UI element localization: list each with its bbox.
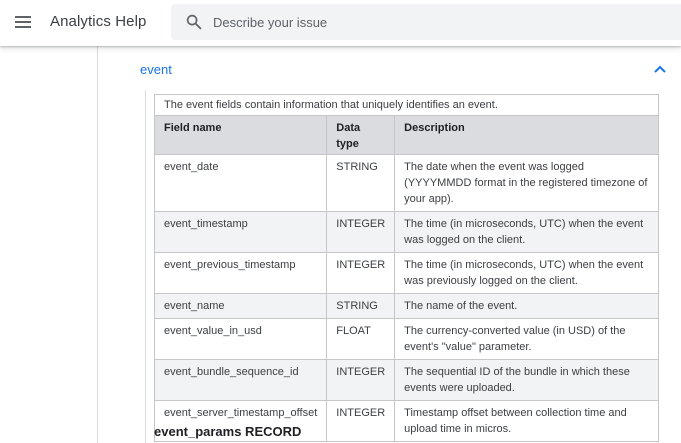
data-type-cell: STRING <box>326 293 396 319</box>
field-name-cell: event_timestamp <box>153 211 328 253</box>
accordion-title[interactable]: event <box>140 62 172 77</box>
field-name-cell: event_previous_timestamp <box>153 252 328 294</box>
search-input[interactable] <box>213 4 673 40</box>
table-row: event_previous_timestamp INTEGER The tim… <box>153 252 659 294</box>
event-fields-table: The event fields contain information tha… <box>153 94 659 442</box>
table-row: event_value_in_usd FLOAT The currency-co… <box>153 318 659 360</box>
search-bar[interactable] <box>171 4 681 40</box>
section-heading-event-params: event_params RECORD <box>154 424 302 439</box>
column-header-description: Description <box>394 115 659 155</box>
column-header-field-name: Field name <box>153 115 328 155</box>
description-cell: The time (in microseconds, UTC) when the… <box>394 211 659 253</box>
field-name-cell: event_date <box>153 154 328 212</box>
field-name-cell: event_value_in_usd <box>153 318 328 360</box>
description-cell: The name of the event. <box>394 293 659 319</box>
accordion-header-event[interactable]: event <box>98 52 681 86</box>
description-cell: The sequential ID of the bundle in which… <box>394 359 659 401</box>
description-cell: Timestamp offset between collection time… <box>394 400 659 442</box>
description-cell: The currency-converted value (in USD) of… <box>394 318 659 360</box>
data-type-cell: INTEGER <box>326 359 396 401</box>
field-name-cell: event_name <box>153 293 328 319</box>
data-type-cell: FLOAT <box>326 318 396 360</box>
description-cell: The time (in microseconds, UTC) when the… <box>394 252 659 294</box>
table-row: event_date STRING The date when the even… <box>153 154 659 212</box>
menu-icon[interactable] <box>8 7 38 37</box>
data-type-cell: STRING <box>326 154 396 212</box>
table-row: event_timestamp INTEGER The time (in mic… <box>153 211 659 253</box>
search-icon[interactable] <box>185 13 203 31</box>
data-type-cell: INTEGER <box>326 211 396 253</box>
app-title[interactable]: Analytics Help <box>50 13 146 30</box>
description-cell: The date when the event was logged (YYYY… <box>394 154 659 212</box>
content-divider <box>145 90 146 443</box>
top-app-bar: Analytics Help <box>0 0 681 46</box>
data-type-cell: INTEGER <box>326 400 396 442</box>
left-divider <box>97 46 98 443</box>
data-type-cell: INTEGER <box>326 252 396 294</box>
field-name-cell: event_bundle_sequence_id <box>153 359 328 401</box>
chevron-up-icon[interactable] <box>653 64 667 74</box>
column-header-data-type: Data type <box>326 115 396 155</box>
table-header-row: Field name Data type Description <box>153 115 659 155</box>
table-row: event_name STRING The name of the event. <box>153 293 659 319</box>
table-caption: The event fields contain information tha… <box>154 94 659 115</box>
table-row: event_bundle_sequence_id INTEGER The seq… <box>153 359 659 401</box>
